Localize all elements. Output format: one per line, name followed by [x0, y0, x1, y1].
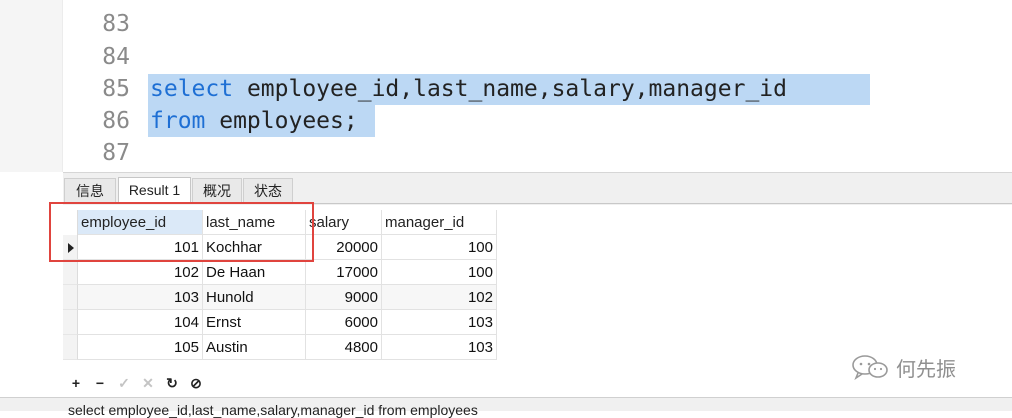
tab-result-1[interactable]: Result 1 — [118, 177, 191, 204]
line-number: 87 — [102, 140, 130, 166]
sql-text: employee_id,last_name,salary,manager_id — [233, 76, 787, 102]
table-cell[interactable]: 100 — [382, 260, 497, 285]
table-cell[interactable]: Ernst — [203, 310, 306, 335]
line-number: 86 — [102, 108, 130, 134]
sql-editor[interactable]: 83 84 85 86 87 select employee_id,last_n… — [0, 0, 1012, 172]
table-cell[interactable]: 6000 — [306, 310, 382, 335]
tab-info[interactable]: 信息 — [64, 178, 116, 203]
column-header[interactable]: manager_id — [382, 210, 497, 235]
table-cell[interactable]: 9000 — [306, 285, 382, 310]
delete-row-icon[interactable]: − — [91, 372, 109, 394]
table-cell[interactable]: 100 — [382, 235, 497, 260]
table-cell[interactable]: 103 — [382, 310, 497, 335]
wechat-icon — [852, 355, 888, 380]
highlight-annotation-box — [49, 202, 314, 262]
watermark-text: 何先振 — [896, 358, 956, 381]
tab-status[interactable]: 状态 — [243, 178, 293, 203]
table-cell[interactable]: 17000 — [306, 260, 382, 285]
line-number: 83 — [102, 11, 130, 37]
table-cell[interactable]: Austin — [203, 335, 306, 360]
line-number-partial — [96, 0, 130, 4]
row-indicator[interactable] — [63, 285, 78, 310]
table-cell[interactable]: 20000 — [306, 235, 382, 260]
code-line-86[interactable]: from employees; — [150, 105, 358, 137]
row-indicator[interactable] — [63, 260, 78, 285]
column-header[interactable]: salary — [306, 210, 382, 235]
table-cell[interactable]: 102 — [382, 285, 497, 310]
row-indicator[interactable] — [63, 310, 78, 335]
sql-keyword: from — [150, 108, 206, 134]
apply-changes-icon[interactable]: ✓ — [115, 372, 133, 394]
line-number: 84 — [102, 44, 130, 70]
watermark: 何先振 — [850, 352, 956, 382]
table-cell[interactable]: 102 — [78, 260, 203, 285]
code-line-85[interactable]: select employee_id,last_name,salary,mana… — [150, 73, 787, 105]
table-cell[interactable]: 4800 — [306, 335, 382, 360]
stop-icon[interactable]: ⊘ — [187, 372, 205, 394]
sql-text: employees; — [205, 108, 358, 134]
line-number-gutter — [0, 0, 62, 172]
table-cell[interactable]: 103 — [382, 335, 497, 360]
tab-profile[interactable]: 概况 — [192, 178, 242, 203]
table-cell[interactable]: De Haan — [203, 260, 306, 285]
table-cell[interactable]: 105 — [78, 335, 203, 360]
table-cell[interactable]: 103 — [78, 285, 203, 310]
gutter-divider — [62, 0, 63, 172]
table-cell[interactable]: Hunold — [203, 285, 306, 310]
refresh-icon[interactable]: ↻ — [163, 372, 181, 394]
sql-keyword: select — [150, 76, 234, 102]
discard-changes-icon[interactable]: ✕ — [139, 372, 157, 394]
status-query-text: select employee_id,last_name,salary,mana… — [68, 402, 478, 418]
row-indicator[interactable] — [63, 335, 78, 360]
line-number: 85 — [102, 76, 130, 102]
table-cell[interactable]: 104 — [78, 310, 203, 335]
add-row-icon[interactable]: + — [67, 372, 85, 394]
